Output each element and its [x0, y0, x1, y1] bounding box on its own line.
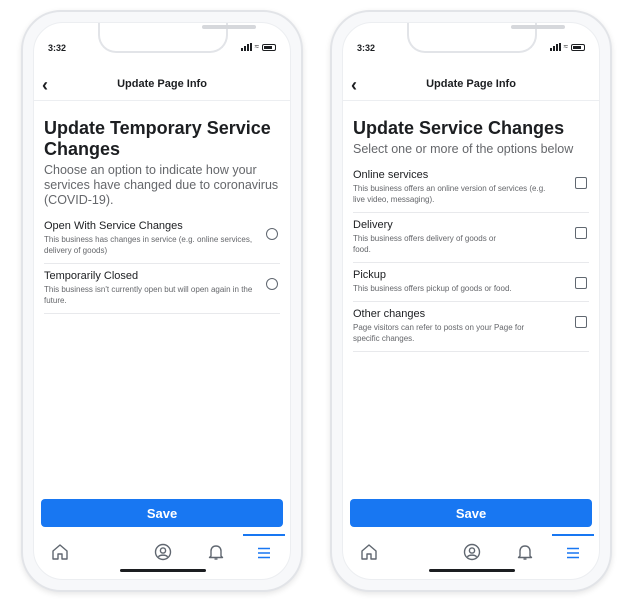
save-button[interactable]: Save [41, 499, 283, 527]
option-description: This business offers an online version o… [353, 184, 546, 204]
status-bar: 3:32 ≈ [34, 41, 290, 57]
option-delivery[interactable]: Delivery This business offers delivery o… [353, 213, 589, 263]
screen-left: 3:32 ≈ ‹ Update Page Info Update Tempora… [33, 22, 291, 580]
bell-icon[interactable] [204, 541, 228, 563]
profile-icon[interactable] [151, 541, 175, 563]
options-list: Open With Service Changes This business … [44, 214, 280, 314]
speaker [511, 25, 565, 29]
content-right: Update Service Changes Select one or mor… [353, 118, 589, 352]
status-time: 3:32 [48, 43, 67, 53]
menu-icon[interactable] [243, 534, 285, 563]
radio-button[interactable] [266, 278, 278, 290]
tab-bar [34, 534, 290, 568]
option-description: This business offers pickup of goods or … [353, 284, 512, 293]
home-icon[interactable] [48, 541, 72, 563]
options-list: Online services This business offers an … [353, 163, 589, 352]
status-time: 3:32 [357, 43, 376, 53]
status-bar: 3:32 ≈ [343, 41, 599, 57]
save-button[interactable]: Save [350, 499, 592, 527]
profile-icon[interactable] [460, 541, 484, 563]
screen-right: 3:32 ≈ ‹ Update Page Info Update Service… [342, 22, 600, 580]
content-left: Update Temporary Service Changes Choose … [44, 118, 280, 314]
home-indicator [429, 569, 515, 572]
wifi-icon: ≈ [563, 42, 568, 51]
option-title: Pickup [353, 269, 387, 281]
system-icons: ≈ [240, 42, 276, 51]
checkbox[interactable] [575, 177, 587, 189]
tab-bar [343, 534, 599, 568]
option-online-services[interactable]: Online services This business offers an … [353, 163, 589, 213]
option-title: Other changes [353, 308, 426, 320]
menu-icon[interactable] [552, 534, 594, 563]
wifi-icon: ≈ [254, 42, 259, 51]
phone-right: 3:32 ≈ ‹ Update Page Info Update Service… [330, 10, 612, 592]
option-title: Online services [353, 169, 429, 181]
radio-button[interactable] [266, 228, 278, 240]
page-title: Update Service Changes [353, 118, 565, 138]
nav-bar: ‹ Update Page Info [343, 73, 599, 101]
nav-title: Update Page Info [426, 78, 516, 90]
checkbox[interactable] [575, 277, 587, 289]
home-icon[interactable] [357, 541, 381, 563]
option-title: Open With Service Changes [44, 220, 183, 232]
system-icons: ≈ [549, 42, 585, 51]
page-subtitle: Select one or more of the options below [353, 142, 574, 156]
speaker [202, 25, 256, 29]
option-title: Delivery [353, 219, 393, 231]
nav-title: Update Page Info [117, 78, 207, 90]
option-description: Page visitors can refer to posts on your… [353, 323, 525, 343]
phone-left: 3:32 ≈ ‹ Update Page Info Update Tempora… [21, 10, 303, 592]
option-description: This business isn't currently open but w… [44, 285, 253, 305]
signal-icon [549, 43, 561, 51]
option-description: This business has changes in service (e.… [44, 235, 253, 255]
option-title: Temporarily Closed [44, 270, 139, 282]
home-indicator [120, 569, 206, 572]
checkbox[interactable] [575, 316, 587, 328]
page-subtitle: Choose an option to indicate how your se… [44, 163, 279, 207]
option-description: This business offers delivery of goods o… [353, 234, 497, 254]
page-title: Update Temporary Service Changes [44, 118, 271, 159]
bell-icon[interactable] [513, 541, 537, 563]
signal-icon [240, 43, 252, 51]
checkbox[interactable] [575, 227, 587, 239]
option-open-with-service-changes[interactable]: Open With Service Changes This business … [44, 214, 280, 264]
battery-icon [262, 43, 276, 51]
option-pickup[interactable]: Pickup This business offers pickup of go… [353, 263, 589, 302]
nav-bar: ‹ Update Page Info [34, 73, 290, 101]
battery-icon [571, 43, 585, 51]
option-other-changes[interactable]: Other changes Page visitors can refer to… [353, 302, 589, 352]
option-temporarily-closed[interactable]: Temporarily Closed This business isn't c… [44, 264, 280, 314]
